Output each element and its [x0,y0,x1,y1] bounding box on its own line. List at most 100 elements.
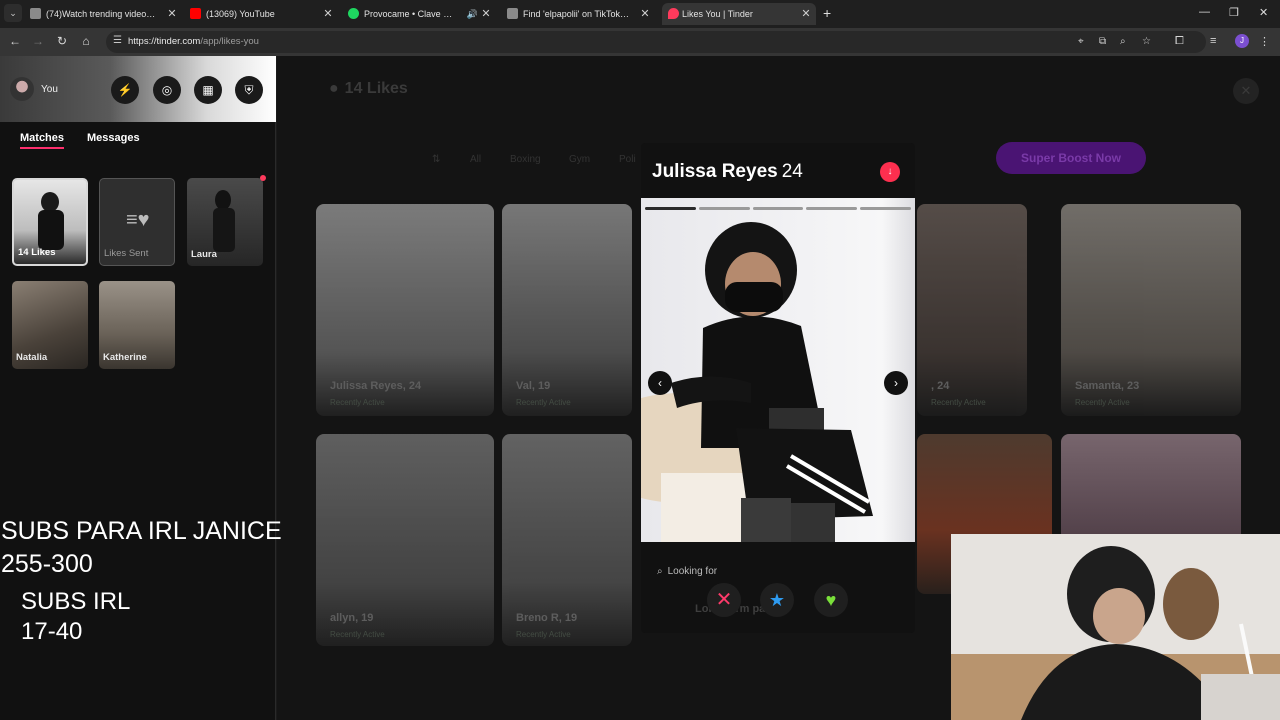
match-name: Laura [191,249,217,260]
site-info-icon[interactable]: ☰ [113,35,122,46]
likes-sent-card[interactable]: ≡♥ Likes Sent [99,178,175,266]
tab-title: (13069) YouTube [206,9,275,19]
restore-icon[interactable]: ❐ [1229,6,1239,19]
browser-tab-active[interactable]: Likes You | Tinder ✕ [662,3,816,25]
like-card-status: Recently Active [931,398,986,407]
like-heart-icon[interactable]: ♥ [814,583,848,617]
tab-title: Provocame • Clave Suprem [364,9,456,19]
overlay-line-2: 255-300 [1,550,93,578]
spotify-icon [348,8,359,19]
like-card[interactable]: , 24 Recently Active [917,204,1027,416]
like-card[interactable]: Val, 19 Recently Active [502,204,632,416]
webcam-feed [951,534,1280,720]
close-tab-icon[interactable]: ✕ [639,3,651,25]
like-card[interactable]: Julissa Reyes, 24 Recently Active [316,204,494,416]
previous-photo-icon[interactable]: ‹ [648,371,672,395]
like-card-status: Recently Active [1075,398,1130,407]
forward-icon[interactable]: → [30,34,46,48]
match-name: Katherine [103,352,147,363]
tinder-icon [668,8,679,19]
browser-tab[interactable]: Find 'elpapolii' on TikTok | TikTo ✕ [507,3,655,25]
minimize-icon[interactable]: — [1199,6,1210,18]
reload-icon[interactable]: ↻ [54,34,70,48]
bookmark-star-icon[interactable]: ☆ [1142,36,1151,47]
close-tab-icon[interactable]: ✕ [322,3,334,25]
profile-name: Julissa Reyes 24 [652,161,803,182]
youtube-icon [190,8,201,19]
profile-age: 24 [781,161,803,182]
filter-icon[interactable]: ⇅ [432,154,440,165]
tiktok-icon [30,8,41,19]
more-menu-icon[interactable]: ⋮ [1259,35,1270,48]
safety-shield-icon[interactable]: ⛨ [235,76,263,104]
overlay-line-1: SUBS PARA IRL JANICE [1,517,282,545]
match-card[interactable]: Katherine [99,281,175,369]
audio-playing-icon[interactable]: 🔊 [467,3,478,25]
like-card-name: allyn, 19 [330,612,374,624]
like-card-name: Julissa Reyes, 24 [330,380,422,392]
profile-label[interactable]: You [41,84,58,95]
tab-title: Find 'elpapolii' on TikTok | TikTo [523,9,629,19]
explore-compass-icon[interactable]: ◎ [153,76,181,104]
likes-you-card[interactable]: 14 Likes [12,178,88,266]
tab-title: (74)Watch trending videos for y [46,9,156,19]
work-briefcase-icon[interactable]: ▦ [194,76,222,104]
location-icon[interactable]: ⌖ [1078,36,1084,47]
tab-title: Likes You | Tinder [682,9,753,19]
collapse-arrow-icon[interactable]: ↓ [880,162,900,182]
like-card[interactable]: Breno R, 19 Recently Active [502,434,632,646]
match-name: Likes Sent [104,248,149,259]
like-card-name: Samanta, 23 [1075,380,1140,392]
zoom-icon[interactable]: ⌕ [1120,36,1126,47]
tab-messages[interactable]: Messages [87,132,140,144]
tab-matches[interactable]: Matches [20,132,65,149]
like-card-status: Recently Active [516,630,571,639]
likes-icon: ● [329,80,339,97]
sidebar-header: You ⚡ ◎ ▦ ⛨ [0,56,276,122]
home-icon[interactable]: ⌂ [78,34,94,48]
profile-photo[interactable]: ‹ › [641,198,915,542]
browser-tab-bar: ⌄ (74)Watch trending videos for y ✕ (130… [0,0,1280,28]
sidebar-tabs: Matches Messages [0,130,276,152]
next-photo-icon[interactable]: › [884,371,908,395]
browser-tab[interactable]: (74)Watch trending videos for y ✕ [30,3,182,25]
like-card-name: Breno R, 19 [516,612,578,624]
like-card[interactable]: allyn, 19 Recently Active [316,434,494,646]
extensions-icon[interactable]: ⧠ [1175,35,1184,48]
browser-tab[interactable]: (13069) YouTube ✕ [190,3,338,25]
super-boost-button[interactable]: Super Boost Now [996,142,1146,174]
like-card[interactable]: Samanta, 23 Recently Active [1061,204,1241,416]
super-like-star-icon[interactable]: ★ [760,583,794,617]
profile-avatar[interactable]: J [1235,34,1249,48]
filter-chip[interactable]: Poli [619,154,636,165]
address-bar[interactable]: ☰ https://tinder.com/app/likes-you ⌖ ⧉ ⌕… [106,31,1206,53]
nope-button[interactable]: ✕ [707,583,741,617]
tab-search-menu-icon[interactable]: ⌄ [4,4,22,22]
boost-lightning-icon[interactable]: ⚡ [111,76,139,104]
close-tab-icon[interactable]: ✕ [166,3,178,25]
new-tab-icon[interactable]: + [823,5,831,21]
looking-for-section: ⌕ Looking for [657,566,717,577]
filter-chip[interactable]: Boxing [510,154,541,165]
back-icon[interactable]: ← [7,34,23,48]
tiktok-icon [507,8,518,19]
like-card-status: Recently Active [330,398,385,407]
close-tab-icon[interactable]: ✕ [800,3,812,25]
match-card[interactable]: Natalia [12,281,88,369]
match-name: Natalia [16,352,48,363]
filter-chip[interactable]: All [470,154,481,165]
reading-list-icon[interactable]: ≡ [1210,35,1216,47]
likes-sent-heart-icon: ≡♥ [126,209,150,231]
profile-photo-image [641,222,873,542]
close-tab-icon[interactable]: ✕ [480,3,492,25]
match-card[interactable]: Laura [187,178,263,266]
install-app-icon[interactable]: ⧉ [1099,36,1106,47]
webcam-image [951,534,1280,720]
browser-tab[interactable]: Provocame • Clave Suprem 🔊 ✕ [348,3,496,25]
filter-chip[interactable]: Gym [569,154,590,165]
browser-toolbar: ← → ↻ ⌂ ☰ https://tinder.com/app/likes-y… [0,28,1280,56]
close-window-icon[interactable]: ✕ [1259,6,1268,19]
close-icon[interactable]: ✕ [1233,78,1259,104]
avatar[interactable] [10,77,34,101]
overlay-line-3: SUBS IRL [21,588,131,615]
